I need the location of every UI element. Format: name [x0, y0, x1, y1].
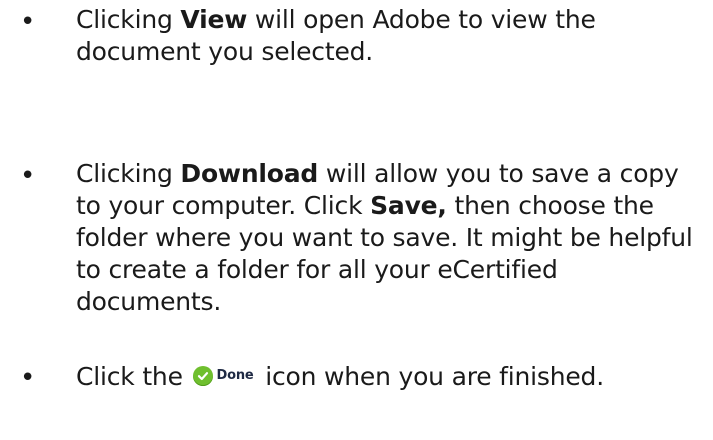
text-segment: Clicking	[76, 5, 181, 34]
save-keyword: Save,	[370, 191, 447, 220]
download-keyword: Download	[180, 159, 319, 188]
done-check-icon	[192, 366, 213, 386]
bullet-marker: •	[20, 7, 36, 37]
instruction-list: • Clicking View will open Adobe to view …	[0, 0, 713, 440]
text-segment: Click the	[76, 362, 191, 391]
text-segment: icon when you are finished.	[257, 362, 604, 391]
bullet-marker: •	[20, 363, 36, 393]
view-keyword: View	[180, 5, 248, 34]
list-item-text: Clicking Download will allow you to save…	[76, 158, 706, 318]
text-segment: Clicking	[76, 159, 181, 188]
list-item-text: Click the Done icon when you are finishe…	[76, 360, 706, 396]
done-button-illustration: Done	[192, 360, 254, 392]
list-item-text: Clicking View will open Adobe to view th…	[76, 4, 706, 68]
bullet-marker: •	[20, 161, 36, 191]
done-label: Done	[216, 368, 254, 383]
